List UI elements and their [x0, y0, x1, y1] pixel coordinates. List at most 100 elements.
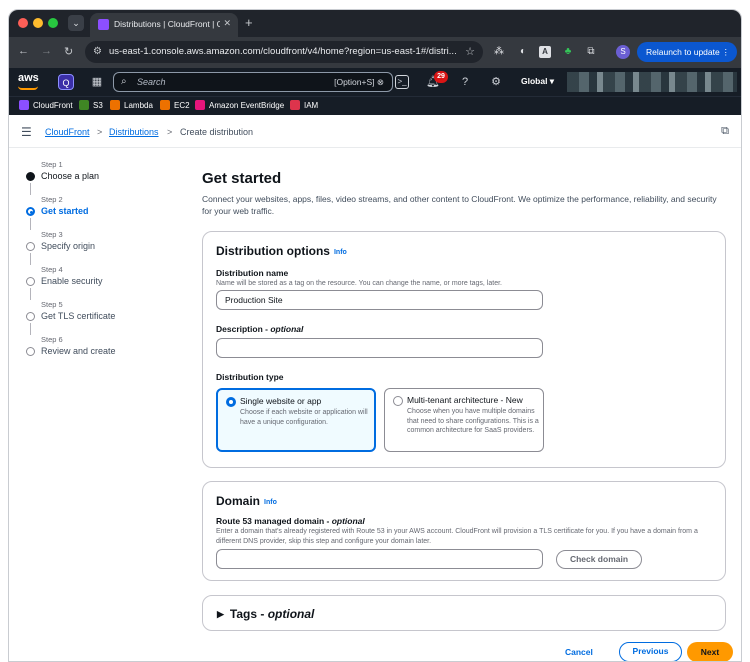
breadcrumb-cloudfront[interactable]: CloudFront	[45, 127, 90, 137]
step-enable-security: Step 4 Enable security	[23, 265, 183, 300]
step-number: Step 6	[41, 335, 63, 344]
step-get-started[interactable]: Step 2 Get started	[23, 195, 183, 230]
help-icon[interactable]: ?	[457, 74, 473, 90]
url-text[interactable]: us-east-1.console.aws.amazon.com/cloudfr…	[109, 46, 457, 57]
cloudshell-icon[interactable]: >_	[395, 75, 409, 89]
option-title: Single website or app	[240, 396, 322, 406]
breadcrumb-bar: ☰ CloudFront > Distributions > Create di…	[9, 115, 741, 148]
distribution-name-hint: Name will be stored as a tag on the reso…	[216, 280, 503, 287]
route53-domain-label: Route 53 managed domain - optional	[216, 516, 365, 526]
extension-icon[interactable]: ◐	[517, 46, 529, 58]
favorite-lambda[interactable]: Lambda	[110, 100, 153, 113]
favorite-ec2[interactable]: EC2	[160, 100, 190, 113]
description-label: Description - optional	[216, 324, 304, 334]
search-placeholder: Search	[137, 77, 166, 87]
back-arrow-icon[interactable]: ←	[18, 45, 29, 57]
distribution-name-input[interactable]: Production Site	[216, 290, 543, 310]
step-connector	[30, 218, 31, 230]
tab-close-icon[interactable]: ✕	[223, 18, 231, 29]
step-label: Get TLS certificate	[41, 311, 116, 321]
chevron-right-icon: >	[167, 127, 173, 137]
profile-avatar[interactable]: S	[616, 45, 630, 59]
address-bar[interactable]: ⚙ us-east-1.console.aws.amazon.com/cloud…	[85, 41, 483, 63]
close-window-button[interactable]	[18, 18, 28, 28]
tab-search-chevron-icon[interactable]: ⌄	[68, 15, 84, 31]
check-domain-button[interactable]: Check domain	[556, 550, 642, 569]
aws-logo[interactable]: aws	[18, 72, 39, 90]
step-connector	[30, 253, 31, 265]
extension-icon[interactable]: ♣	[562, 46, 574, 58]
relaunch-button[interactable]: Relaunch to update ⋮	[637, 42, 737, 62]
step-number: Step 2	[41, 195, 63, 204]
next-button[interactable]: Next	[687, 642, 733, 661]
description-input[interactable]	[216, 338, 543, 358]
step-choose-plan[interactable]: Step 1 Choose a plan	[23, 160, 183, 195]
eventbridge-icon	[195, 100, 205, 110]
menu-hamburger-icon[interactable]: ☰	[21, 125, 32, 139]
info-link[interactable]: Info	[334, 249, 347, 256]
forward-arrow-icon[interactable]: →	[41, 45, 52, 57]
step-connector	[30, 323, 31, 335]
step-pending-icon	[26, 347, 35, 356]
route53-domain-input[interactable]	[216, 549, 543, 569]
step-pending-icon	[26, 242, 35, 251]
distribution-options-card: Distribution options Info Distribution na…	[202, 231, 726, 468]
breadcrumb-current: Create distribution	[180, 127, 254, 137]
favorites-bar: CloudFront S3 Lambda EC2 Amazon EventBri…	[9, 96, 741, 115]
minimize-window-button[interactable]	[33, 18, 43, 28]
iam-icon	[290, 100, 300, 110]
account-menu-redacted[interactable]	[567, 72, 737, 92]
wizard-steps: Step 1 Choose a plan Step 2 Get started …	[23, 160, 183, 370]
route53-domain-hint: Enter a domain that's already registered…	[216, 528, 698, 545]
extension-icon[interactable]: A	[539, 46, 551, 58]
services-grid-icon[interactable]: ▦	[89, 74, 105, 90]
browser-tab[interactable]: Distributions | CloudFront | Gl ✕	[90, 13, 238, 37]
domain-heading: Domain Info	[216, 494, 277, 508]
search-input[interactable]: ⌕ Search [Option+S] ⊗	[113, 72, 393, 92]
address-toolbar: ← → ↻ ⚙ us-east-1.console.aws.amazon.com…	[9, 37, 741, 68]
multi-tenant-option[interactable]: Multi-tenant architecture - New Choose w…	[384, 388, 544, 452]
distribution-options-heading: Distribution options Info	[216, 244, 347, 258]
step-label: Specify origin	[41, 241, 96, 251]
settings-gear-icon[interactable]: ⚙	[488, 74, 504, 90]
info-link[interactable]: Info	[264, 499, 277, 506]
cancel-button[interactable]: Cancel	[565, 647, 593, 657]
favorite-cloudfront[interactable]: CloudFront	[19, 100, 73, 113]
amazon-q-icon[interactable]: Q	[58, 74, 74, 90]
radio-selected-icon[interactable]	[226, 397, 236, 407]
step-number: Step 3	[41, 230, 63, 239]
single-website-option[interactable]: Single website or app Choose if each web…	[216, 388, 376, 452]
favorite-s3[interactable]: S3	[79, 100, 103, 113]
step-complete-icon	[26, 172, 35, 181]
page-title: Get started	[202, 170, 282, 187]
reload-icon[interactable]: ↻	[64, 45, 73, 58]
option-description: Choose if each website or application wi…	[240, 409, 368, 426]
chevron-right-icon: >	[97, 127, 103, 137]
side-panel-icon[interactable]: ⧉	[721, 125, 729, 138]
distribution-type-label: Distribution type	[216, 372, 284, 382]
new-tab-icon[interactable]: +	[245, 15, 253, 30]
browser-window: ⌄ Distributions | CloudFront | Gl ✕ + ← …	[8, 9, 742, 662]
previous-button[interactable]: Previous	[619, 642, 682, 661]
site-settings-icon[interactable]: ⚙	[93, 46, 102, 57]
favorite-iam[interactable]: IAM	[290, 100, 318, 113]
step-pending-icon	[26, 277, 35, 286]
tags-card[interactable]: ▶ Tags - optional	[202, 595, 726, 631]
step-connector	[30, 288, 31, 300]
maximize-window-button[interactable]	[48, 18, 58, 28]
wizard-footer: Cancel Previous Next	[202, 642, 733, 661]
domain-card: Domain Info Route 53 managed domain - opt…	[202, 481, 726, 581]
radio-unselected-icon[interactable]	[393, 396, 403, 406]
distribution-name-label: Distribution name	[216, 268, 289, 278]
caret-right-icon: ▶	[217, 609, 224, 619]
extensions-puzzle-icon[interactable]: ⧉	[585, 46, 597, 58]
extension-icon[interactable]: ⁂	[493, 46, 505, 58]
step-label: Choose a plan	[41, 171, 100, 181]
bookmark-star-icon[interactable]: ☆	[465, 45, 475, 58]
step-review-create: Step 6 Review and create	[23, 335, 183, 370]
favorite-eventbridge[interactable]: Amazon EventBridge	[195, 100, 284, 113]
region-selector[interactable]: Global ▾	[521, 76, 554, 87]
tags-expander[interactable]: ▶ Tags - optional	[217, 607, 314, 621]
step-connector	[30, 183, 31, 195]
breadcrumb-distributions[interactable]: Distributions	[109, 127, 159, 137]
